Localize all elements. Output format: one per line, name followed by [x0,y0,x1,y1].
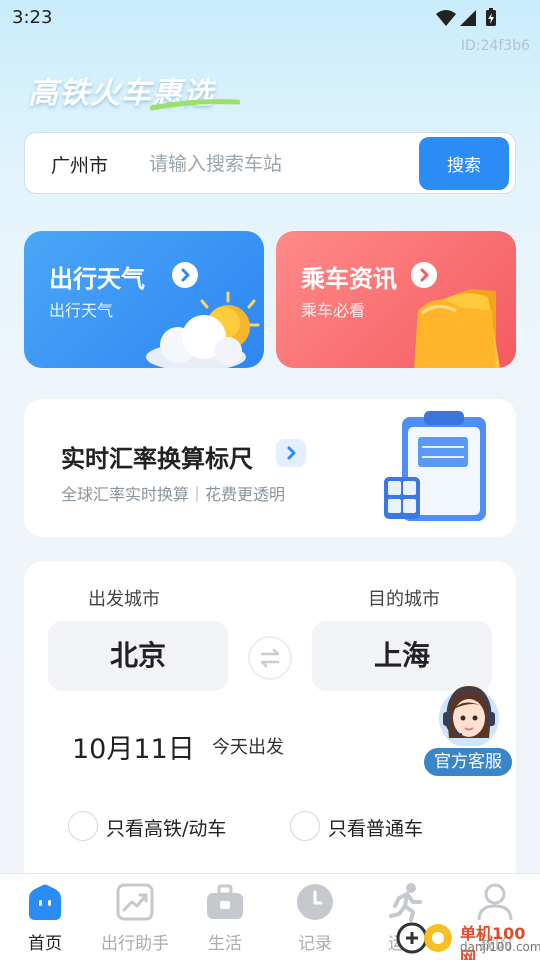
weather-card-subtitle: 出行天气 [49,301,114,320]
customer-service-button[interactable]: 官方客服 [422,678,516,778]
swap-cities-button[interactable] [248,636,292,680]
page-id: ID:24f3b6 [460,38,530,54]
highspeed-option-label: 只看高铁/动车 [106,818,227,840]
search-bar: 广州市 搜索 [24,132,516,194]
sun-cloud-icon [146,291,260,368]
normal-train-only-option[interactable]: 只看普通车 [290,809,470,843]
search-button[interactable]: 搜索 [419,137,509,190]
status-time: 3:23 [12,7,53,28]
from-city-label: 出发城市 [88,589,160,610]
weather-card[interactable]: 出行天气 出行天气 [24,231,264,368]
tab-life[interactable]: 生活 [180,874,270,960]
home-icon [29,884,61,920]
highspeed-only-option[interactable]: 只看高铁/动车 [68,809,268,843]
site-watermark: 单机100网 danji100.com [392,910,540,960]
signal-icon [460,10,476,26]
tab-records[interactable]: 记录 [270,874,360,960]
folder-icon [414,289,500,368]
city-selector[interactable]: 广州市 [51,151,108,178]
swap-icon [260,648,280,668]
chevron-right-icon [172,262,198,288]
tab-records-label: 记录 [298,934,332,954]
tab-home[interactable]: 首页 [0,874,90,960]
news-card-title: 乘车资讯 [301,265,397,293]
exchange-rate-card[interactable]: 实时汇率换算标尺 全球汇率实时换算｜花费更透明 [24,399,516,537]
customer-service-label: 官方客服 [422,746,514,778]
departure-date-hint: 今天出发 [212,737,284,758]
from-city-button[interactable]: 北京 [48,621,228,691]
logo-swoosh-icon [150,99,240,111]
status-icons [436,8,496,26]
exchange-title: 实时汇率换算标尺 [61,445,253,473]
toolbox-icon [207,884,243,919]
news-card-subtitle: 乘车必看 [301,301,366,320]
weather-card-title: 出行天气 [49,265,145,293]
trend-chart-icon [116,883,154,921]
tab-life-label: 生活 [208,934,242,954]
battery-icon [486,8,496,26]
departure-date[interactable]: 10月11日 [72,727,195,766]
tab-travel-assistant-label: 出行助手 [101,934,169,954]
normal-train-radio[interactable] [290,811,320,841]
wifi-icon [436,10,456,26]
exchange-subtitle: 全球汇率实时换算｜花费更透明 [61,485,286,504]
tab-home-label: 首页 [28,934,62,954]
customer-service-avatar [439,686,499,748]
station-search-input[interactable] [149,147,429,181]
watermark-domain: danji100.com [460,940,540,954]
tab-travel-assistant[interactable]: 出行助手 [90,874,180,960]
to-city-label: 目的城市 [368,589,440,610]
travel-news-card[interactable]: 乘车资讯 乘车必看 [276,231,516,368]
watermark-logo-icon [396,922,452,954]
app-logo: 高铁火车惠选 [28,64,243,114]
clock-icon [297,884,333,920]
status-bar: 3:23 [0,0,540,36]
highspeed-radio[interactable] [68,811,98,841]
chevron-right-icon [276,439,306,467]
normal-train-option-label: 只看普通车 [328,818,424,840]
clipboard-calculator-icon [384,411,486,521]
